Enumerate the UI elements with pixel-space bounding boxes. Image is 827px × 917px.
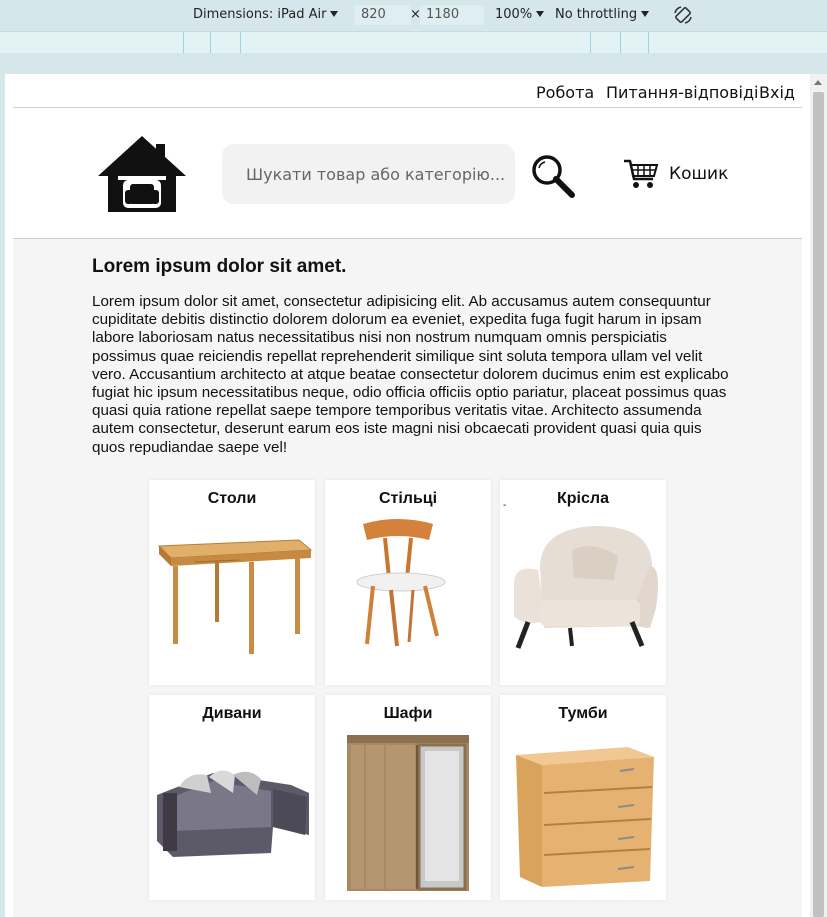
category-title: Шафи	[383, 705, 433, 722]
site-header: Кошик	[13, 108, 802, 239]
category-card-sofas[interactable]: Дивани	[149, 695, 315, 900]
scrollbar-thumb[interactable]	[813, 92, 824, 917]
zoom-label: 100%	[495, 7, 533, 22]
category-title: Столи	[207, 490, 257, 507]
page-title: Lorem ipsum dolor sit amet.	[92, 256, 347, 277]
nav-link-login[interactable]: Вхід	[759, 83, 795, 102]
media-query-ruler[interactable]	[0, 31, 827, 54]
category-title: Стільці	[378, 490, 438, 507]
device-select[interactable]: Dimensions: iPad Air	[193, 7, 339, 22]
category-card-tables[interactable]: Столи	[149, 480, 315, 685]
chevron-down-icon	[536, 11, 545, 17]
top-nav: Робота Питання-відповіді Вхід	[13, 74, 802, 108]
throttling-label: No throttling	[555, 7, 638, 22]
category-card-armchairs[interactable]: - Крісла	[500, 480, 666, 685]
category-card-chairs[interactable]: Стільці	[325, 480, 491, 685]
nav-link-faq[interactable]: Питання-відповіді	[606, 83, 758, 102]
height-input[interactable]: 1180	[420, 5, 484, 25]
cart-button[interactable]: Кошик	[623, 156, 728, 192]
chair-image	[356, 519, 446, 647]
category-title: Дивани	[202, 705, 262, 722]
chevron-down-icon	[330, 11, 339, 17]
width-input[interactable]: 820	[355, 5, 411, 25]
table-image	[157, 539, 313, 654]
scroll-up-icon[interactable]	[814, 80, 822, 85]
armchair-image	[514, 526, 658, 649]
wardrobe-image	[347, 735, 469, 891]
chevron-down-icon	[641, 11, 650, 17]
cart-icon	[624, 159, 659, 188]
nav-link-work[interactable]: Робота	[536, 83, 594, 102]
intro-text: Lorem ipsum dolor sit amet, consectetur …	[92, 293, 729, 456]
sofa-image	[157, 770, 309, 857]
page-scrollbar[interactable]	[810, 74, 827, 917]
home-logo-icon[interactable]	[96, 134, 188, 214]
throttling-select[interactable]: No throttling	[555, 7, 650, 22]
dresser-image	[516, 747, 654, 887]
page-viewport: Робота Питання-відповіді Вхід Шукати тов…	[5, 74, 810, 917]
category-title: Тумби	[558, 705, 608, 722]
rotate-icon[interactable]	[672, 4, 694, 26]
search-input[interactable]	[222, 144, 515, 204]
main-content: Lorem ipsum dolor sit amet. Lorem ipsum …	[13, 239, 802, 917]
category-card-dressers[interactable]: Тумби	[500, 695, 666, 900]
category-card-wardrobes[interactable]: Шафи	[325, 695, 491, 900]
category-title: Крісла	[557, 490, 609, 507]
devtools-gap	[0, 53, 827, 74]
devtools-toolbar: Dimensions: iPad Air 820 × 1180 100% No …	[0, 0, 827, 31]
device-label: Dimensions: iPad Air	[193, 7, 327, 22]
cart-label: Кошик	[669, 164, 729, 184]
search-icon[interactable]	[528, 151, 576, 199]
zoom-select[interactable]: 100%	[495, 7, 545, 22]
